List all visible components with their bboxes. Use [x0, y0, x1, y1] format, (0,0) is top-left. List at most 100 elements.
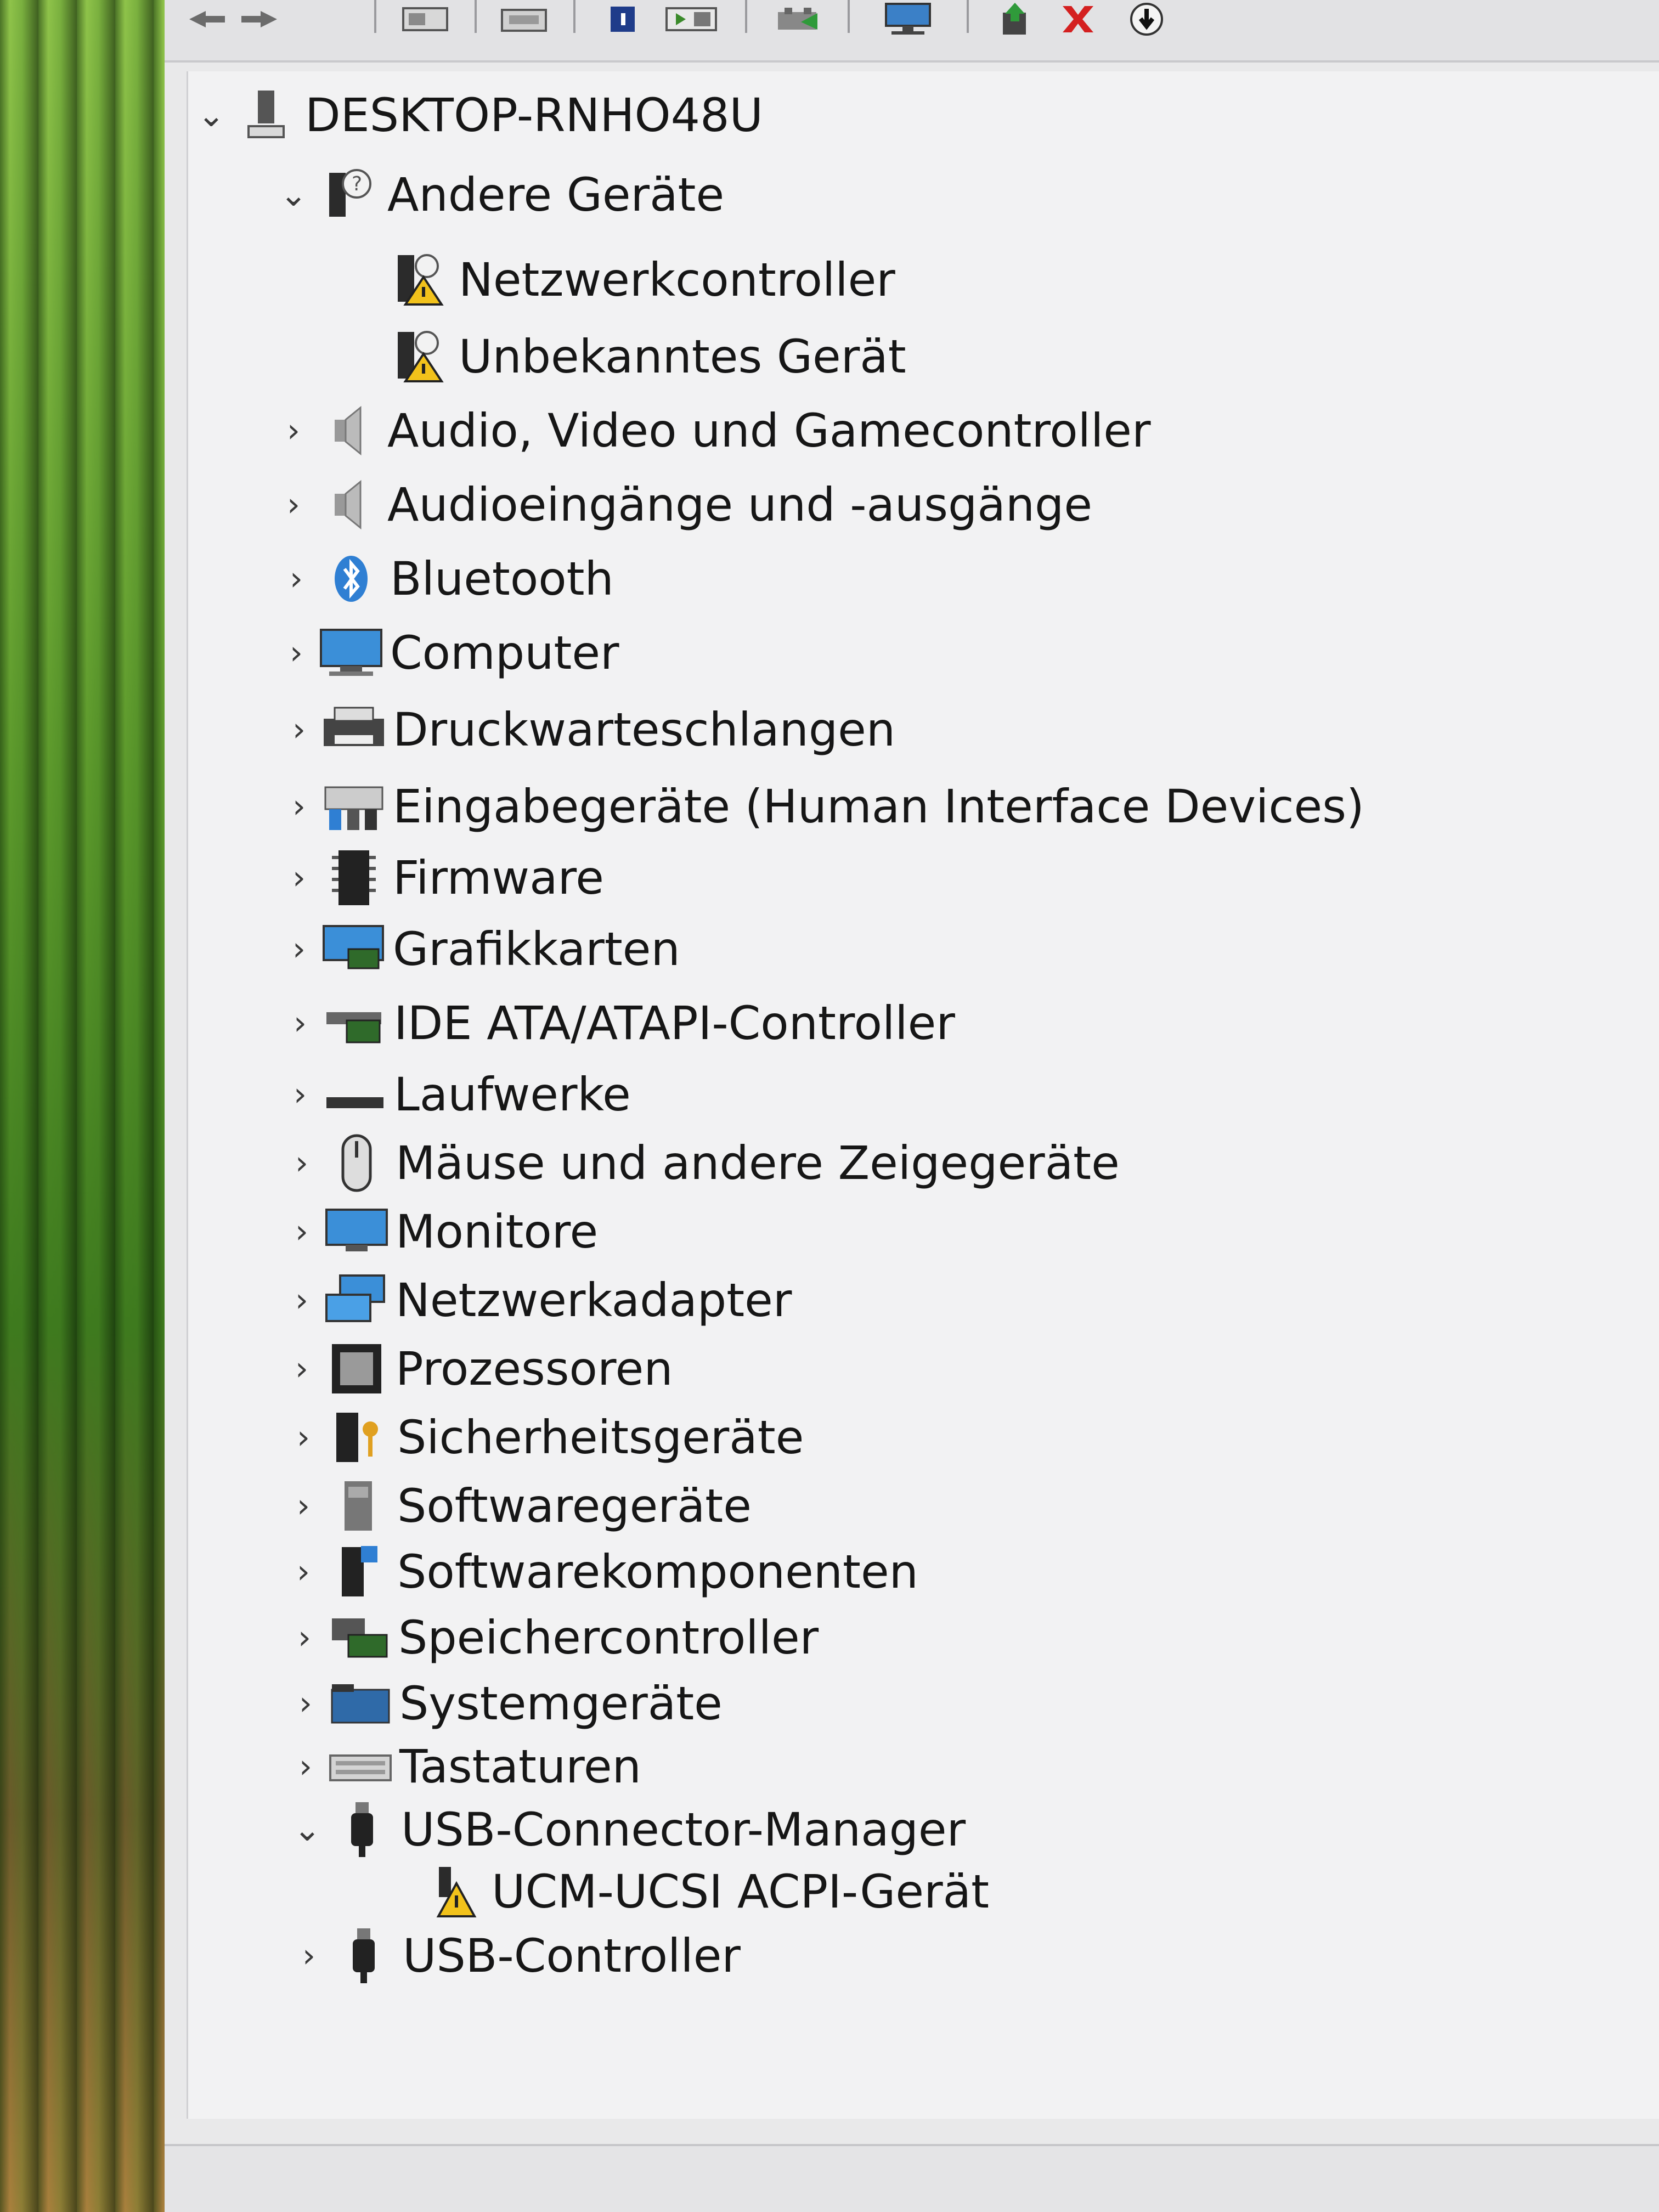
tree-item-label: USB-Connector-Manager	[401, 1803, 966, 1857]
system-folder-icon	[325, 1671, 396, 1736]
chevron-right-icon[interactable]: ›	[281, 990, 319, 1056]
tree-item-label: IDE ATA/ATAPI-Controller	[394, 996, 955, 1050]
chevron-right-icon[interactable]: ›	[284, 1404, 323, 1470]
tree-root[interactable]: ⌄ DESKTOP-RNHO48U	[192, 82, 763, 148]
chevron-right-icon[interactable]: ›	[274, 472, 313, 538]
chevron-right-icon[interactable]: ›	[290, 1923, 328, 1989]
display-adapter-icon	[318, 916, 390, 982]
tree-item-firmware[interactable]: › Firmware	[280, 845, 604, 911]
tree-item-grafikkarten[interactable]: › Grafikkarten	[280, 916, 680, 982]
help-icon[interactable]	[598, 0, 647, 38]
tree-item-label: Softwarekomponenten	[397, 1545, 918, 1599]
tree-item-tastaturen[interactable]: › Tastaturen	[286, 1734, 641, 1799]
chevron-right-icon[interactable]: ›	[283, 1130, 321, 1196]
tree-item-maeuse[interactable]: › Mäuse und andere Zeigegeräte	[283, 1130, 1120, 1196]
back-arrow-icon[interactable]	[181, 0, 230, 38]
tree-item-unbekanntes-geraet[interactable]: Unbekanntes Gerät	[384, 324, 906, 390]
tree-item-speichercontroller[interactable]: › Speichercontroller	[285, 1605, 819, 1671]
tree-item-label: Monitore	[396, 1205, 599, 1259]
chevron-right-icon[interactable]: ›	[284, 1539, 323, 1605]
tree-item-eingabegeraete[interactable]: › Eingabegeräte (Human Interface Devices…	[280, 774, 1364, 839]
tree-item-usb-connector-manager[interactable]: ⌄ USB-Connector-Manager	[288, 1797, 966, 1863]
software-device-icon	[323, 1473, 394, 1539]
tree-item-label: Druckwarteschlangen	[393, 703, 896, 757]
chevron-right-icon[interactable]: ›	[283, 1199, 321, 1265]
tree-item-ucm-ucsi[interactable]: UCM-UCSI ACPI-Gerät	[417, 1859, 989, 1925]
ide-controller-icon	[319, 990, 391, 1056]
tree-item-computer[interactable]: › Computer	[277, 620, 619, 686]
svg-text:?: ?	[352, 173, 362, 195]
tree-item-softwaregeraete[interactable]: › Softwaregeräte	[284, 1473, 752, 1539]
toolbar-separator	[848, 0, 850, 33]
tree-item-label: Speichercontroller	[398, 1611, 819, 1664]
show-hidden-icon[interactable]	[658, 0, 724, 38]
tree-item-label: USB-Controller	[403, 1929, 741, 1983]
toolbar-separator	[475, 0, 477, 33]
chevron-right-icon[interactable]: ›	[277, 620, 315, 686]
chevron-right-icon[interactable]: ›	[280, 845, 318, 911]
tree-item-netzwerkadapter[interactable]: › Netzwerkadapter	[283, 1267, 792, 1333]
processor-icon	[321, 1336, 392, 1402]
tree-item-label: Netzwerkcontroller	[459, 253, 895, 307]
tree-item-label: Laufwerke	[394, 1068, 631, 1121]
tree-item-sicherheitsgeraete[interactable]: › Sicherheitsgeräte	[284, 1404, 804, 1470]
toolbar-separator	[967, 0, 969, 33]
storage-controller-icon	[324, 1605, 395, 1671]
tree-item-label: Tastaturen	[399, 1740, 641, 1793]
hid-icon	[318, 774, 390, 839]
tree-item-label: Unbekanntes Gerät	[459, 330, 906, 383]
print-icon[interactable]	[494, 0, 554, 38]
chevron-right-icon[interactable]: ›	[283, 1336, 321, 1402]
tree-item-systemgeraete[interactable]: › Systemgeräte	[286, 1671, 723, 1736]
tree-item-label: Bluetooth	[390, 552, 614, 606]
tree-item-label: Eingabegeräte (Human Interface Devices)	[393, 780, 1364, 833]
tree-item-audio-video[interactable]: › Audio, Video und Gamecontroller	[274, 398, 1151, 464]
tree-item-softwarekomponenten[interactable]: › Softwarekomponenten	[284, 1539, 918, 1605]
tree-item-label: Audio, Video und Gamecontroller	[387, 404, 1151, 458]
chevron-right-icon[interactable]: ›	[277, 546, 315, 612]
mouse-icon	[321, 1130, 392, 1196]
tree-root-label: DESKTOP-RNHO48U	[305, 88, 764, 142]
status-bar	[165, 2144, 1659, 2212]
forward-arrow-icon[interactable]	[236, 0, 285, 38]
tree-item-laufwerke[interactable]: › Laufwerke	[281, 1062, 631, 1127]
toolbar-separator	[573, 0, 575, 33]
tree-item-label: Prozessoren	[396, 1342, 673, 1396]
tree-item-label: Systemgeräte	[399, 1677, 723, 1730]
tree-item-audioeingaenge[interactable]: › Audioeingänge und -ausgänge	[274, 472, 1092, 538]
tree-item-andere-geraete[interactable]: ⌄ ? Andere Geräte	[274, 162, 724, 228]
tree-item-ide-ata[interactable]: › IDE ATA/ATAPI-Controller	[281, 990, 955, 1056]
bluetooth-icon	[315, 546, 387, 612]
chevron-right-icon[interactable]: ›	[274, 398, 313, 464]
tree-item-bluetooth[interactable]: › Bluetooth	[277, 546, 614, 612]
chevron-right-icon[interactable]: ›	[286, 1671, 325, 1736]
tree-item-netzwerkcontroller[interactable]: Netzwerkcontroller	[384, 247, 895, 313]
toolbar-separator	[745, 0, 747, 33]
uninstall-x-icon[interactable]	[1048, 0, 1108, 38]
chevron-right-icon[interactable]: ›	[280, 916, 318, 982]
chevron-right-icon[interactable]: ›	[283, 1267, 321, 1333]
drive-icon	[319, 1062, 391, 1127]
chevron-right-icon[interactable]: ›	[280, 774, 318, 839]
chevron-down-icon[interactable]: ⌄	[192, 82, 230, 148]
chevron-right-icon[interactable]: ›	[285, 1605, 324, 1671]
chevron-right-icon[interactable]: ›	[281, 1062, 319, 1127]
tree-item-label: Mäuse und andere Zeigegeräte	[396, 1136, 1120, 1190]
disable-device-icon[interactable]	[1119, 0, 1174, 38]
tree-item-prozessoren[interactable]: › Prozessoren	[283, 1336, 673, 1402]
chevron-right-icon[interactable]: ›	[286, 1734, 325, 1799]
monitor-computer-icon[interactable]	[872, 0, 944, 38]
tree-item-monitore[interactable]: › Monitore	[283, 1199, 598, 1265]
tree-item-label: Computer	[390, 626, 619, 680]
computer-tower-icon	[230, 82, 302, 148]
chevron-right-icon[interactable]: ›	[284, 1473, 323, 1539]
tree-item-druckwarteschlangen[interactable]: › Druckwarteschlangen	[280, 697, 895, 763]
warning-device-icon	[384, 247, 455, 313]
scan-hardware-icon[interactable]	[768, 0, 828, 38]
chevron-right-icon[interactable]: ›	[280, 697, 318, 763]
update-driver-icon[interactable]	[988, 0, 1042, 38]
properties-icon[interactable]	[395, 0, 455, 38]
chevron-down-icon[interactable]: ⌄	[288, 1797, 326, 1863]
tree-item-usb-controller[interactable]: › USB-Controller	[290, 1923, 741, 1989]
chevron-down-icon[interactable]: ⌄	[274, 162, 313, 228]
